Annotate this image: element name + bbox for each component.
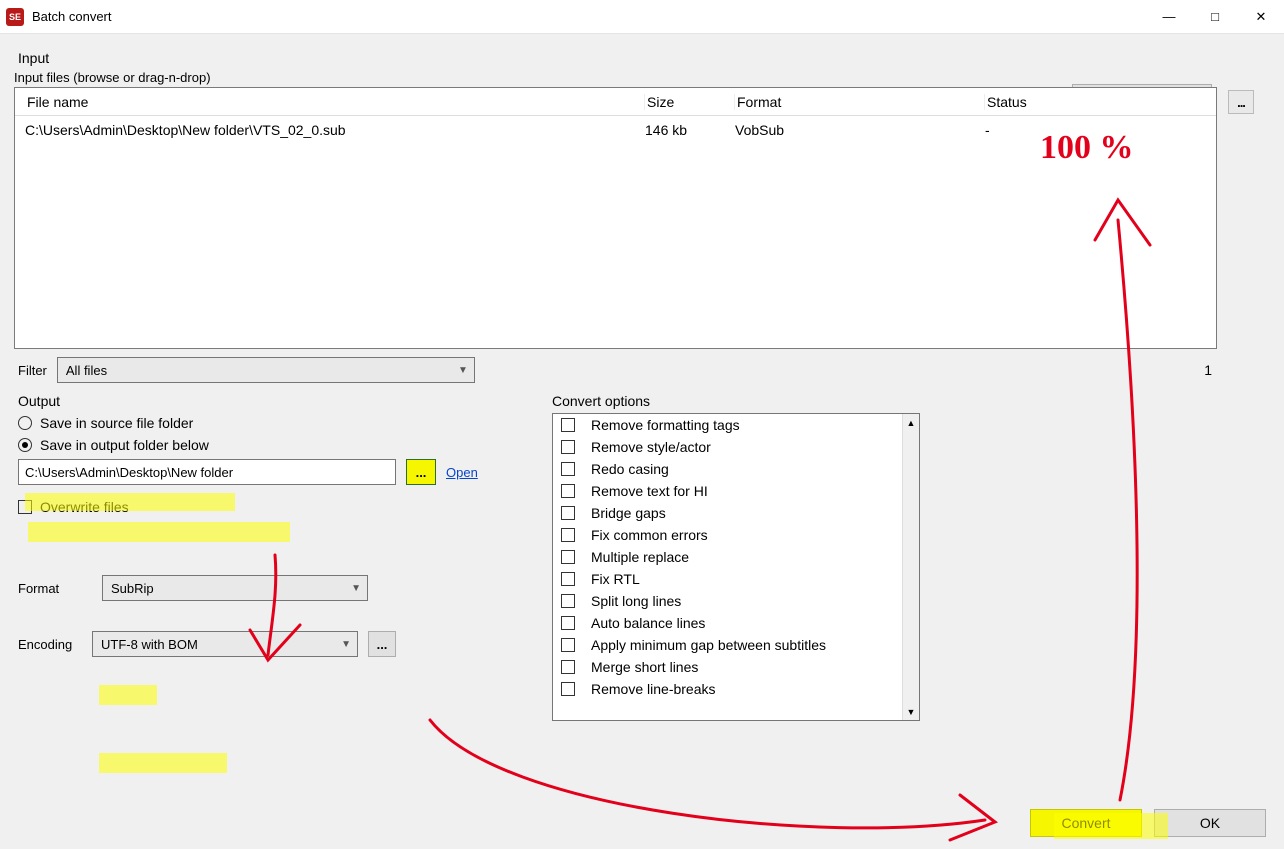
encoding-dropdown[interactable]: UTF-8 with BOM ▼ [92, 631, 358, 657]
scroll-down-icon[interactable]: ▼ [903, 703, 919, 720]
table-row[interactable]: C:\Users\Admin\Desktop\New folder\VTS_02… [15, 116, 1216, 144]
format-label: Format [18, 581, 82, 596]
convert-option-row[interactable]: Remove text for HI [553, 480, 919, 502]
filter-dropdown[interactable]: All files ▼ [57, 357, 475, 383]
ok-button[interactable]: OK [1154, 809, 1266, 837]
convert-option-row[interactable]: Fix RTL [553, 568, 919, 590]
cell-status: - [985, 122, 1206, 138]
convert-option-row[interactable]: Remove style/actor [553, 436, 919, 458]
col-size[interactable]: Size [645, 94, 735, 110]
filter-label: Filter [18, 363, 47, 378]
chevron-down-icon: ▼ [458, 365, 468, 376]
chevron-down-icon: ▼ [351, 583, 361, 594]
encoding-label: Encoding [18, 637, 82, 652]
convert-option-label: Fix RTL [591, 571, 640, 587]
convert-option-row[interactable]: Split long lines [553, 590, 919, 612]
format-value: SubRip [111, 581, 154, 596]
scroll-up-icon[interactable]: ▲ [903, 414, 919, 431]
encoding-value: UTF-8 with BOM [101, 637, 198, 652]
output-path-value: C:\Users\Admin\Desktop\New folder [25, 465, 233, 480]
convert-option-label: Merge short lines [591, 659, 698, 675]
convert-option-label: Remove text for HI [591, 483, 708, 499]
convert-button[interactable]: Convert [1030, 809, 1142, 837]
cell-file: C:\Users\Admin\Desktop\New folder\VTS_02… [25, 122, 645, 138]
input-files-label: Input files (browse or drag-n-drop) [14, 70, 1272, 85]
overflow-button[interactable]: ... [1228, 90, 1254, 114]
convert-option-row[interactable]: Bridge gaps [553, 502, 919, 524]
convert-option-label: Apply minimum gap between subtitles [591, 637, 826, 653]
format-dropdown[interactable]: SubRip ▼ [102, 575, 368, 601]
close-button[interactable]: ✕ [1238, 0, 1284, 34]
convert-option-row[interactable]: Remove line-breaks [553, 678, 919, 700]
encoding-more-button[interactable]: ... [368, 631, 396, 657]
open-output-link[interactable]: Open [446, 465, 478, 480]
overwrite-checkbox[interactable] [18, 500, 32, 514]
convert-option-checkbox[interactable] [561, 462, 575, 476]
convert-option-checkbox[interactable] [561, 682, 575, 696]
col-format[interactable]: Format [735, 94, 985, 110]
browse-output-button[interactable]: ... [406, 459, 436, 485]
convert-option-row[interactable]: Fix common errors [553, 524, 919, 546]
convert-option-label: Auto balance lines [591, 615, 705, 631]
convert-option-checkbox[interactable] [561, 660, 575, 674]
output-path-input[interactable]: C:\Users\Admin\Desktop\New folder [18, 459, 396, 485]
overwrite-label: Overwrite files [40, 499, 129, 515]
titlebar: SE Batch convert — □ ✕ [0, 0, 1284, 34]
convert-option-row[interactable]: Multiple replace [553, 546, 919, 568]
file-table: ... File name Size Format Status C:\User… [14, 87, 1217, 349]
app-icon: SE [6, 8, 24, 26]
convert-option-row[interactable]: Auto balance lines [553, 612, 919, 634]
save-source-radio[interactable] [18, 416, 32, 430]
convert-option-label: Fix common errors [591, 527, 708, 543]
save-below-radio[interactable] [18, 438, 32, 452]
convert-options-list: Remove formatting tags Remove style/actor… [552, 413, 920, 721]
save-below-label: Save in output folder below [40, 437, 209, 453]
convert-option-label: Bridge gaps [591, 505, 666, 521]
minimize-button[interactable]: — [1146, 0, 1192, 34]
convert-option-label: Remove line-breaks [591, 681, 716, 697]
input-section-label: Input [18, 50, 1272, 66]
col-status[interactable]: Status [985, 94, 1206, 110]
convert-option-row[interactable]: Apply minimum gap between subtitles [553, 634, 919, 656]
file-count: 1 [1204, 362, 1212, 378]
filter-value: All files [66, 363, 107, 378]
convert-options-panel: Convert options Remove formatting tagsRe… [552, 393, 920, 721]
convert-option-checkbox[interactable] [561, 484, 575, 498]
convert-option-checkbox[interactable] [561, 418, 575, 432]
highlight-format [99, 685, 157, 705]
convert-option-checkbox[interactable] [561, 638, 575, 652]
convert-option-checkbox[interactable] [561, 506, 575, 520]
convert-option-checkbox[interactable] [561, 572, 575, 586]
convert-option-checkbox[interactable] [561, 616, 575, 630]
chevron-down-icon: ▼ [341, 639, 351, 650]
save-source-label: Save in source file folder [40, 415, 193, 431]
convert-option-checkbox[interactable] [561, 440, 575, 454]
convert-option-label: Split long lines [591, 593, 681, 609]
maximize-button[interactable]: □ [1192, 0, 1238, 34]
convert-option-row[interactable]: Merge short lines [553, 656, 919, 678]
convert-option-label: Remove style/actor [591, 439, 711, 455]
scrollbar[interactable]: ▲ ▼ [902, 414, 919, 720]
convert-option-row[interactable]: Redo casing [553, 458, 919, 480]
convert-option-checkbox[interactable] [561, 528, 575, 542]
cell-size: 146 kb [645, 122, 735, 138]
convert-option-checkbox[interactable] [561, 550, 575, 564]
convert-option-label: Multiple replace [591, 549, 689, 565]
col-file-name[interactable]: File name [25, 94, 645, 110]
highlight-encoding [99, 753, 227, 773]
convert-option-label: Remove formatting tags [591, 417, 740, 433]
convert-option-checkbox[interactable] [561, 594, 575, 608]
convert-option-row[interactable]: Remove formatting tags [553, 414, 919, 436]
cell-format: VobSub [735, 122, 985, 138]
convert-options-title: Convert options [552, 393, 920, 409]
convert-option-label: Redo casing [591, 461, 669, 477]
window-title: Batch convert [32, 9, 112, 24]
